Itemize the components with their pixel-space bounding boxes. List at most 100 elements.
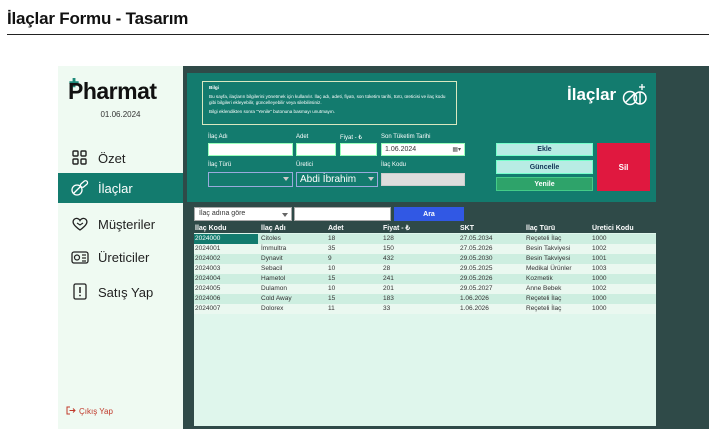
table-cell: 2024000	[194, 234, 258, 244]
ilac-adi-label: İlaç Adı	[208, 134, 228, 140]
table-row[interactable]: 2024004 Hametol 15 241 29.05.2026 Kozmetik 100…	[194, 274, 656, 284]
table-cell: 29.05.2025	[460, 265, 493, 272]
sidebar-item-label: Satış Yap	[98, 284, 154, 300]
ilac-turu-label: İlaç Türü	[208, 162, 232, 168]
table-cell: 29.05.2027	[460, 285, 493, 292]
table-cell: 1000	[592, 275, 607, 282]
table-cell: 1000	[592, 305, 607, 312]
table-cell: Anne Bebek	[526, 285, 562, 292]
table-cell: 1000	[592, 295, 607, 302]
ilac-kodu-input[interactable]	[381, 173, 465, 186]
sidebar-item-satis-yap[interactable]: Satış Yap	[58, 277, 183, 307]
search-button[interactable]: Ara	[394, 207, 464, 221]
sidebar-item-musteriler[interactable]: Müşteriler	[58, 209, 183, 239]
table-cell: 1003	[592, 265, 607, 272]
table-row[interactable]: 2024003 Sebacil 10 28 29.05.2025 Medikal Ürün…	[194, 264, 656, 274]
calendar-icon[interactable]: ▦▾	[452, 146, 461, 153]
refresh-button[interactable]: Yenile	[496, 177, 593, 191]
table-cell: 1001	[592, 255, 607, 262]
table-cell: Sebacil	[261, 265, 283, 272]
table-cell: 1000	[592, 235, 607, 242]
sidebar-item-ozet[interactable]: Özet	[58, 143, 183, 173]
uretici-select[interactable]: Abdi İbrahim	[296, 172, 378, 187]
pills-icon	[70, 178, 90, 198]
table-cell: Cold Away	[261, 295, 292, 302]
column-header[interactable]: İlaç Adı	[260, 224, 326, 234]
uretici-label: Üretici	[296, 162, 314, 168]
search-mode-select[interactable]: İlaç adına göre	[194, 207, 292, 221]
table-cell: 1002	[592, 245, 607, 252]
table-cell: İmmultra	[261, 245, 287, 252]
sidebar-item-ureticiler[interactable]: Üreticiler	[58, 242, 183, 272]
skt-date-picker[interactable]: 1.06.2024 ▦▾	[381, 143, 465, 156]
table-cell: Kozmetik	[526, 275, 553, 282]
sidebar: ✚ Pharmat 01.06.2024 Özet İlaçlar Müşter…	[58, 66, 183, 429]
table-cell: 128	[383, 235, 394, 242]
heart-hand-icon	[70, 214, 90, 234]
table-row[interactable]: 2024007 Dolorex 11 33 1.06.2026 Reçeteli İlaç…	[194, 304, 656, 314]
table-cell: Reçeteli İlaç	[526, 305, 562, 312]
current-date: 01.06.2024	[100, 110, 141, 119]
logout-button[interactable]: Çıkış Yap	[66, 406, 113, 417]
table-row[interactable]: 2024006 Cold Away 15 183 1.06.2026 Reçeteli İ…	[194, 294, 656, 304]
column-header[interactable]: Üretici Kodu	[591, 224, 655, 234]
table-row[interactable]: 2024002 Dynavit 9 432 29.05.2030 Besin Takviy…	[194, 254, 656, 264]
medicine-table[interactable]: İlaç Kodu İlaç Adı Adet Fiyat - ₺ SKT İl…	[194, 224, 656, 426]
sidebar-item-label: Müşteriler	[98, 216, 156, 232]
add-button[interactable]: Ekle	[496, 143, 593, 156]
table-cell: 28	[383, 265, 391, 272]
table-cell: 29.05.2030	[460, 255, 493, 262]
table-cell: Dynavit	[261, 255, 283, 262]
table-cell: Citoles	[261, 235, 281, 242]
table-cell: 1.06.2026	[460, 305, 489, 312]
info-heading: Bilgi	[209, 85, 219, 90]
ilac-turu-select[interactable]	[208, 172, 293, 187]
table-row[interactable]: 2024000 Citoles 18 128 27.05.2034 Reçeteli İl…	[194, 234, 656, 244]
table-row[interactable]: 2024005 Dulamon 10 201 29.05.2027 Anne Bebek 1…	[194, 284, 656, 294]
table-cell: 2024005	[195, 285, 221, 292]
info-box: Bilgi Bu sayfa, ilaçların bilgilerini yö…	[202, 81, 457, 125]
chevron-down-icon	[368, 177, 374, 181]
table-cell: Reçeteli İlaç	[526, 235, 562, 242]
ilac-adi-input[interactable]	[208, 143, 293, 156]
table-cell: 2024006	[195, 295, 221, 302]
table-cell: 33	[383, 305, 391, 312]
info-note: Bilgi eklendikten sonra "Yenile" butonun…	[209, 109, 335, 114]
info-text: Bu sayfa, ilaçların bilgilerini yönetmek…	[209, 94, 446, 105]
table-row[interactable]: 2024001 İmmultra 35 150 27.05.2026 Besin Takv…	[194, 244, 656, 254]
column-header[interactable]: Fiyat - ₺	[382, 224, 448, 234]
fiyat-input[interactable]	[340, 143, 377, 156]
table-cell: 183	[383, 295, 394, 302]
page-title: İlaçlar Formu - Tasarım	[7, 9, 189, 28]
skt-label: Son Tüketim Tarihi	[381, 134, 431, 140]
title-divider	[7, 34, 709, 35]
column-header[interactable]: İlaç Kodu	[194, 224, 258, 234]
table-cell: 27.05.2026	[460, 245, 493, 252]
table-cell: 201	[383, 285, 394, 292]
form-panel: Bilgi Bu sayfa, ilaçların bilgilerini yö…	[187, 73, 656, 202]
logout-label: Çıkış Yap	[79, 407, 113, 416]
table-cell: 2024002	[195, 255, 221, 262]
column-header[interactable]: İlaç Türü	[525, 224, 589, 234]
delete-button[interactable]: Sil	[597, 143, 650, 191]
table-cell: 2024003	[195, 265, 221, 272]
uretici-value: Abdi İbrahim	[300, 174, 357, 185]
fiyat-label: Fiyat - ₺	[340, 135, 363, 141]
chevron-down-icon	[283, 177, 289, 181]
sidebar-item-label: Özet	[98, 150, 126, 166]
skt-value: 1.06.2024	[385, 146, 417, 153]
table-cell: 2024004	[195, 275, 221, 282]
sidebar-item-ilaclar[interactable]: İlaçlar	[58, 173, 183, 203]
search-input[interactable]	[294, 207, 391, 221]
logo: Pharmat	[68, 78, 157, 104]
table-cell: 27.05.2034	[460, 235, 493, 242]
receipt-icon	[70, 282, 90, 302]
sidebar-item-label: Üreticiler	[98, 249, 150, 265]
table-cell: 29.05.2026	[460, 275, 493, 282]
column-header[interactable]: SKT	[459, 224, 525, 234]
table-header: İlaç Kodu İlaç Adı Adet Fiyat - ₺ SKT İl…	[194, 224, 656, 233]
adet-input[interactable]	[296, 143, 336, 156]
table-cell: Besin Takviyesi	[526, 255, 571, 262]
app-window: ✚ Pharmat 01.06.2024 Özet İlaçlar Müşter…	[58, 66, 709, 429]
update-button[interactable]: Güncelle	[496, 160, 593, 174]
